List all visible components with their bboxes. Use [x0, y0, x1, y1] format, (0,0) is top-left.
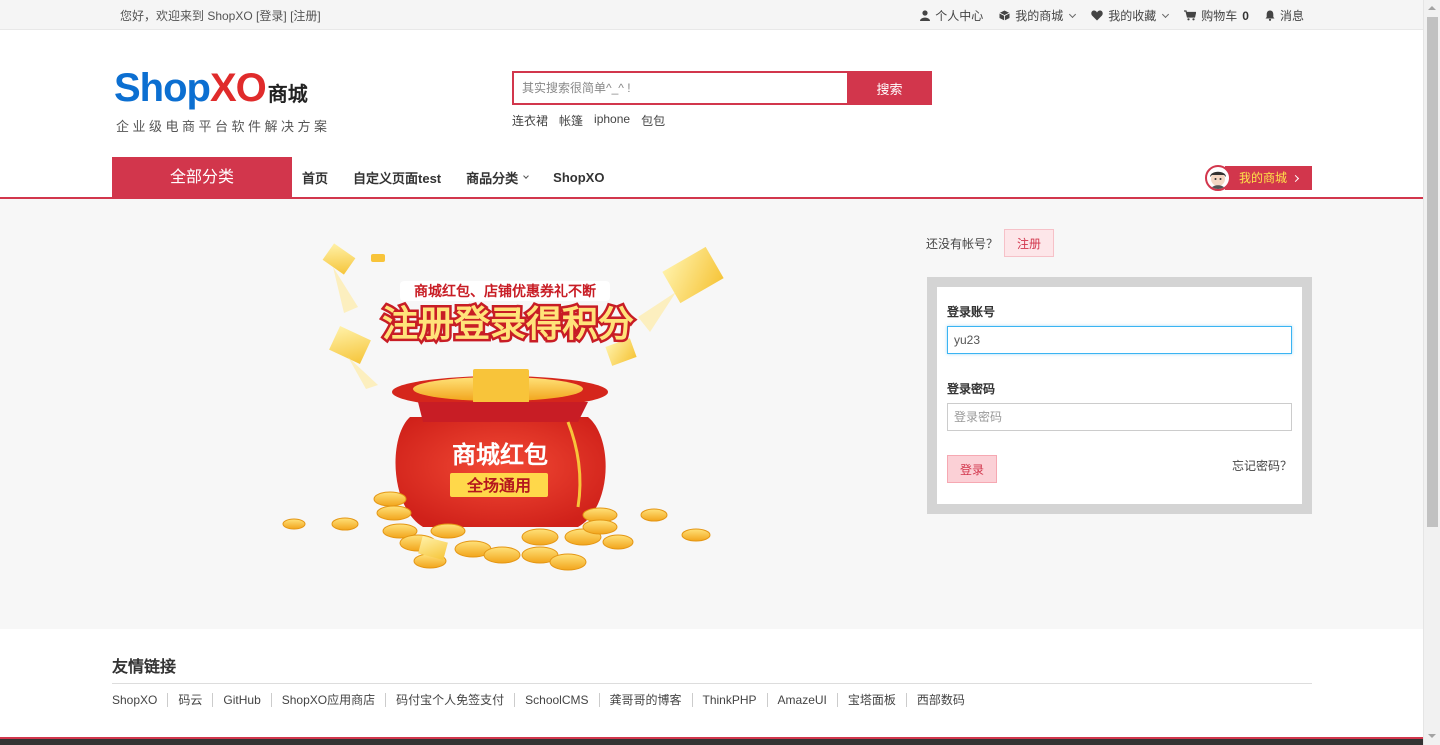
cart-icon: [1184, 10, 1197, 21]
forgot-password-link[interactable]: 忘记密码？: [1232, 457, 1292, 474]
search-bar: 搜索: [512, 71, 932, 105]
nav-goods-category[interactable]: 商品分类: [466, 168, 529, 187]
hotword-link[interactable]: 连衣裙: [512, 112, 548, 129]
page-scrollbar[interactable]: [1423, 0, 1440, 745]
top-login-link[interactable]: [登录]: [256, 9, 287, 23]
chevron-down-icon: [1162, 10, 1170, 18]
my-mall-dropdown[interactable]: 我的商城: [999, 7, 1077, 24]
chevron-right-icon: [1291, 174, 1300, 182]
banner-subtitle: 商城红包、店铺优惠券礼不断: [414, 283, 596, 300]
main-nav: 全部分类 首页 自定义页面test 商品分类 ShopXO 我的商城: [0, 157, 1423, 199]
search-input[interactable]: [512, 71, 847, 105]
promo-banner-image: 商城红包、店铺优惠券礼不断 注册登录得积分 商城红包 全场通用: [282, 243, 724, 571]
friend-link[interactable]: ShopXO应用商店: [270, 693, 385, 707]
hotword-link[interactable]: 帐篷: [559, 112, 583, 129]
hotword-link[interactable]: iphone: [594, 112, 630, 129]
bag-tag: 全场通用: [466, 476, 531, 495]
site-logo[interactable]: ShopXO 商城 企业级电商平台软件解决方案: [114, 66, 331, 135]
chevron-down-icon: [523, 173, 529, 179]
friend-links-section: 友情链接 ShopXO 码云 GitHub ShopXO应用商店 码付宝个人免签…: [112, 653, 1312, 707]
register-prompt: 还没有帐号？ 注册: [926, 229, 1055, 257]
friend-link[interactable]: SchoolCMS: [514, 693, 598, 707]
no-account-text: 还没有帐号？: [926, 236, 999, 251]
friend-link[interactable]: 码云: [167, 693, 212, 707]
search-button[interactable]: 搜索: [847, 71, 932, 105]
cart-count: 0: [1242, 8, 1249, 23]
friend-link[interactable]: 码付宝个人免签支付: [385, 693, 514, 707]
friend-link[interactable]: ShopXO: [112, 693, 167, 707]
my-mall-button[interactable]: 我的商城: [1205, 165, 1312, 191]
logo-slogan: 企业级电商平台软件解决方案: [116, 119, 331, 134]
scroll-down-arrow-icon[interactable]: [1428, 734, 1436, 738]
bell-icon: [1265, 10, 1275, 21]
messages-link[interactable]: 消息: [1265, 7, 1304, 24]
my-favorites-dropdown[interactable]: 我的收藏: [1091, 7, 1170, 24]
friend-link[interactable]: ThinkPHP: [691, 693, 767, 707]
friend-link[interactable]: 宝塔面板: [836, 693, 906, 707]
nav-home[interactable]: 首页: [302, 168, 328, 187]
welcome-message: 您好，欢迎来到 ShopXO: [120, 9, 253, 23]
logo-cn-text: 商城: [267, 84, 308, 106]
top-register-link[interactable]: [注册]: [290, 9, 321, 23]
hot-search-words: 连衣裙 帐篷 iphone 包包: [512, 112, 665, 129]
friend-link[interactable]: AmazeUI: [766, 693, 837, 707]
welcome-text: 您好，欢迎来到 ShopXO [登录] [注册]: [120, 7, 321, 24]
logo-shop-text: Shop: [114, 66, 211, 110]
personal-center-link[interactable]: 个人中心: [920, 7, 983, 24]
my-mall-label: 我的商城: [1239, 171, 1288, 185]
login-main-area: 商城红包、店铺优惠券礼不断 注册登录得积分 商城红包 全场通用 还没有帐号？ 注…: [0, 199, 1423, 629]
scroll-up-arrow-icon[interactable]: [1428, 6, 1436, 10]
register-button[interactable]: 注册: [1004, 229, 1055, 257]
login-form: 登录账号 登录密码 登录 忘记密码？: [927, 277, 1312, 514]
cube-icon: [999, 10, 1010, 21]
friend-links-title: 友情链接: [112, 653, 1312, 684]
nav-custom-page[interactable]: 自定义页面test: [353, 168, 441, 187]
password-input[interactable]: [947, 403, 1292, 431]
friend-link[interactable]: 龚哥哥的博客: [598, 693, 692, 707]
password-label: 登录密码: [947, 382, 996, 396]
footer-bar: [0, 737, 1423, 745]
banner-headline: 注册登录得积分: [382, 304, 634, 345]
friend-link[interactable]: 西部数码: [905, 693, 975, 707]
nav-shopxo[interactable]: ShopXO: [553, 168, 604, 187]
friend-link[interactable]: GitHub: [212, 693, 270, 707]
user-icon: [920, 10, 931, 21]
heart-icon: [1091, 10, 1103, 21]
avatar: [1205, 165, 1231, 191]
hotword-link[interactable]: 包包: [641, 112, 665, 129]
logo-xo-text: XO: [209, 66, 267, 110]
account-label: 登录账号: [947, 305, 996, 319]
bag-title: 商城红包: [452, 441, 548, 469]
top-bar: 您好，欢迎来到 ShopXO [登录] [注册] 个人中心 我的商城 我的收藏 …: [0, 0, 1423, 30]
login-submit-button[interactable]: 登录: [947, 455, 997, 483]
cart-link[interactable]: 购物车 0: [1184, 7, 1249, 24]
scrollbar-thumb[interactable]: [1427, 17, 1438, 527]
account-input[interactable]: [947, 326, 1292, 354]
all-categories-button[interactable]: 全部分类: [112, 157, 292, 197]
chevron-down-icon: [1069, 10, 1077, 18]
